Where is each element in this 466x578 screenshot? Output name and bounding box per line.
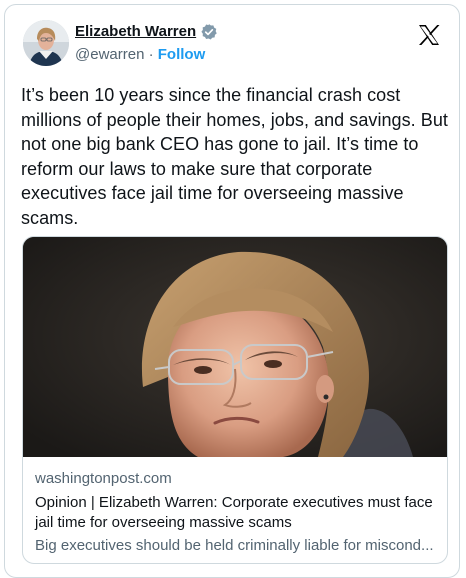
link-domain: washingtonpost.com	[35, 470, 172, 487]
tweet-header: Elizabeth Warren @ewarren · Follow	[19, 19, 445, 71]
author-handle[interactable]: @ewarren	[75, 46, 144, 63]
separator-dot: ·	[148, 46, 158, 63]
author-name[interactable]: Elizabeth Warren	[75, 22, 196, 42]
x-logo-icon[interactable]	[416, 22, 442, 48]
avatar-image	[23, 20, 69, 66]
verified-badge-icon	[200, 23, 218, 41]
avatar[interactable]	[23, 20, 69, 66]
link-preview-image[interactable]	[23, 237, 447, 457]
author-block: Elizabeth Warren @ewarren · Follow	[75, 22, 335, 66]
tweet-text: It’s been 10 years since the financial c…	[21, 85, 448, 228]
tweet-card[interactable]: Elizabeth Warren @ewarren · Follow It’s …	[4, 4, 460, 578]
link-description: Big executives should be held criminally…	[35, 537, 434, 554]
link-preview-card[interactable]: washingtonpost.com Opinion | Elizabeth W…	[22, 236, 448, 564]
follow-button[interactable]: Follow	[158, 46, 206, 63]
author-name-row: Elizabeth Warren	[75, 22, 218, 42]
link-title[interactable]: Opinion | Elizabeth Warren: Corporate ex…	[35, 493, 441, 533]
handle-row: @ewarren · Follow	[75, 45, 205, 64]
